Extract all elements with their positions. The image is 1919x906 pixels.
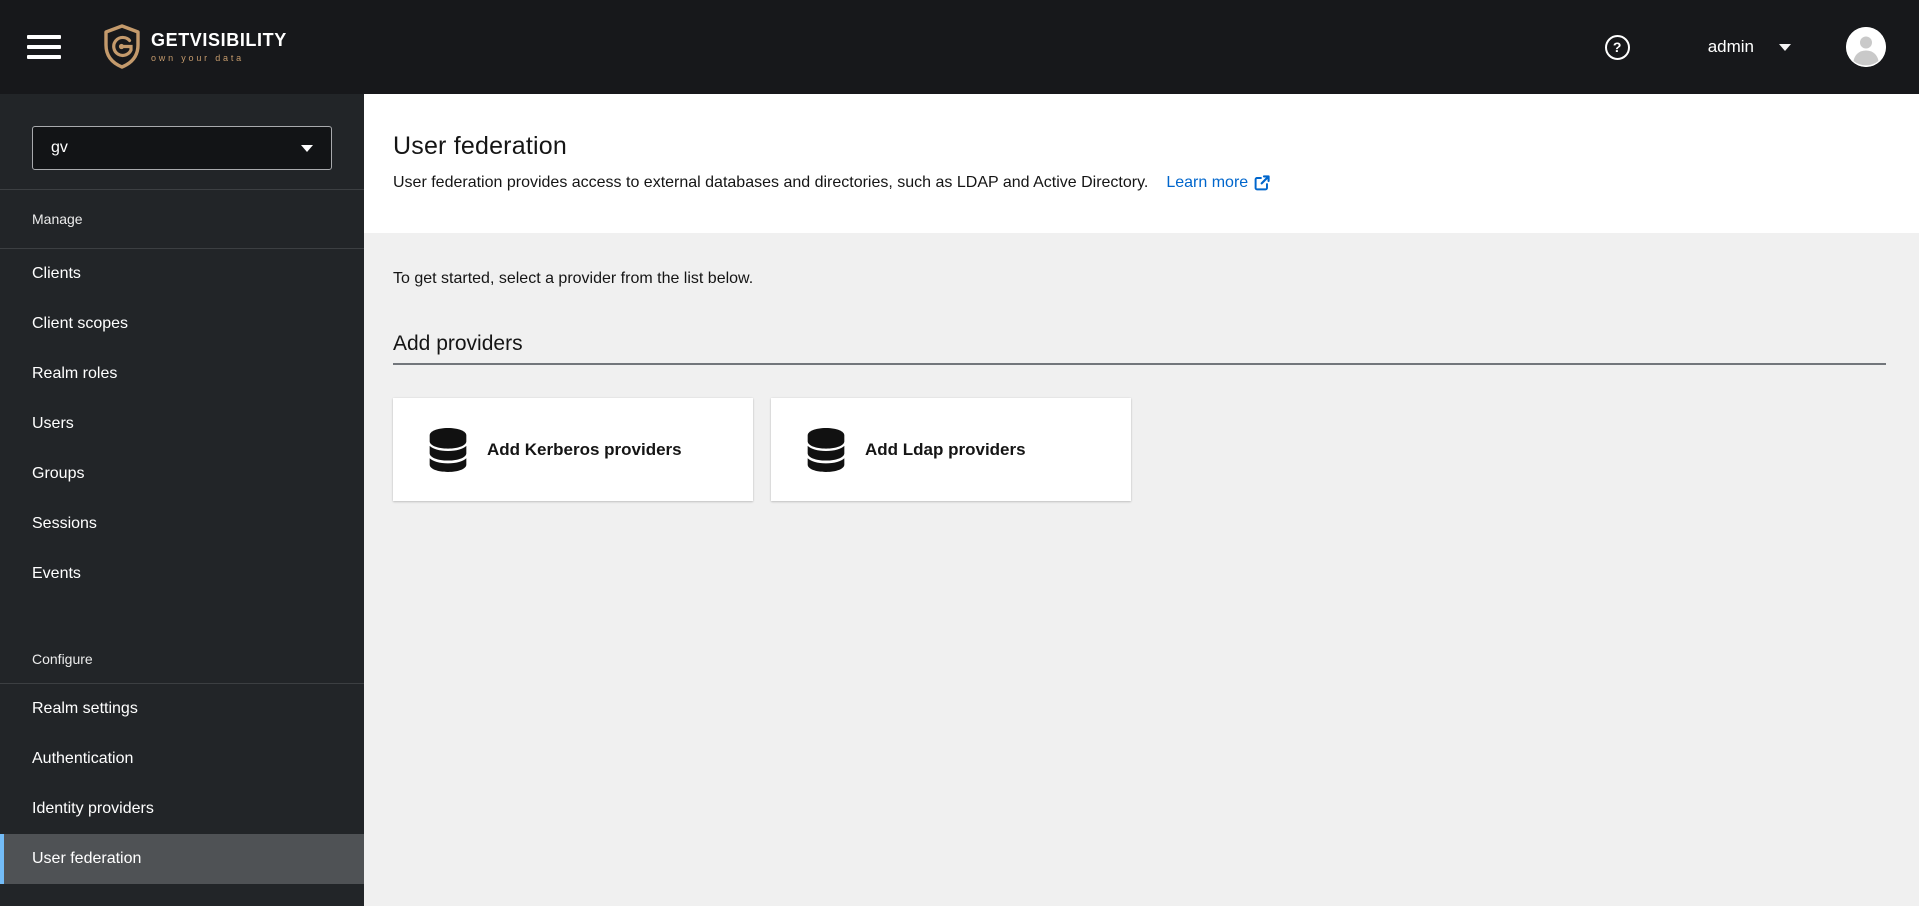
page-title: User federation [393, 132, 567, 160]
sidebar-item-user-federation[interactable]: User federation [0, 834, 364, 884]
brand-logo[interactable]: GETVISIBILITY own your data [102, 23, 287, 71]
help-icon[interactable]: ? [1604, 34, 1630, 60]
realm-selector[interactable]: gv [32, 126, 332, 170]
add-providers-heading: Add providers [393, 332, 1886, 365]
sidebar-item-sessions[interactable]: Sessions [0, 499, 364, 549]
sidebar-item-events[interactable]: Events [0, 549, 364, 599]
realm-selector-value: gv [51, 139, 68, 156]
provider-cards: Add Kerberos providers Add Ldap provider… [393, 398, 1886, 501]
shield-logo-icon [104, 24, 140, 69]
database-icon [429, 427, 467, 472]
main-area: User federation User federation provides… [364, 94, 1919, 906]
user-menu[interactable]: admin [1708, 37, 1791, 57]
intro-text: To get started, select a provider from t… [393, 270, 754, 287]
page-header: User federation User federation provides… [364, 94, 1919, 233]
sidebar-item-users[interactable]: Users [0, 399, 364, 449]
realm-selector-container: gv [0, 94, 364, 190]
masthead: GETVISIBILITY own your data ? admin [0, 0, 1919, 94]
hamburger-menu-icon[interactable] [27, 35, 61, 59]
content-section: To get started, select a provider from t… [364, 233, 1919, 906]
nav-section-configure: Configure [0, 635, 364, 684]
chevron-down-icon [1779, 43, 1791, 51]
card-label: Add Ldap providers [865, 439, 1026, 459]
avatar[interactable] [1846, 27, 1886, 67]
sidebar-item-clients[interactable]: Clients [0, 249, 364, 299]
page-description: User federation provides access to exter… [393, 174, 1149, 191]
learn-more-link[interactable]: Learn more [1166, 174, 1270, 192]
chevron-down-icon [301, 144, 313, 152]
sidebar-item-authentication[interactable]: Authentication [0, 734, 364, 784]
brand-name: GETVISIBILITY [151, 30, 287, 50]
card-label: Add Kerberos providers [487, 439, 682, 459]
add-kerberos-providers-card[interactable]: Add Kerberos providers [393, 398, 753, 501]
learn-more-label: Learn more [1166, 174, 1249, 191]
brand-tagline: own your data [151, 53, 244, 63]
external-link-icon [1254, 175, 1270, 191]
avatar-person-icon [1846, 27, 1886, 67]
nav-section-manage: Manage [0, 190, 364, 249]
database-icon [807, 427, 845, 472]
sidebar-item-identity-providers[interactable]: Identity providers [0, 784, 364, 834]
user-menu-label: admin [1707, 37, 1754, 56]
sidebar: gv Manage Clients Client scopes Realm ro… [0, 94, 364, 906]
sidebar-item-groups[interactable]: Groups [0, 449, 364, 499]
sidebar-item-realm-settings[interactable]: Realm settings [0, 684, 364, 734]
sidebar-item-realm-roles[interactable]: Realm roles [0, 349, 364, 399]
add-ldap-providers-card[interactable]: Add Ldap providers [771, 398, 1131, 501]
brand-text: GETVISIBILITY own your data [151, 31, 287, 63]
sidebar-item-client-scopes[interactable]: Client scopes [0, 299, 364, 349]
